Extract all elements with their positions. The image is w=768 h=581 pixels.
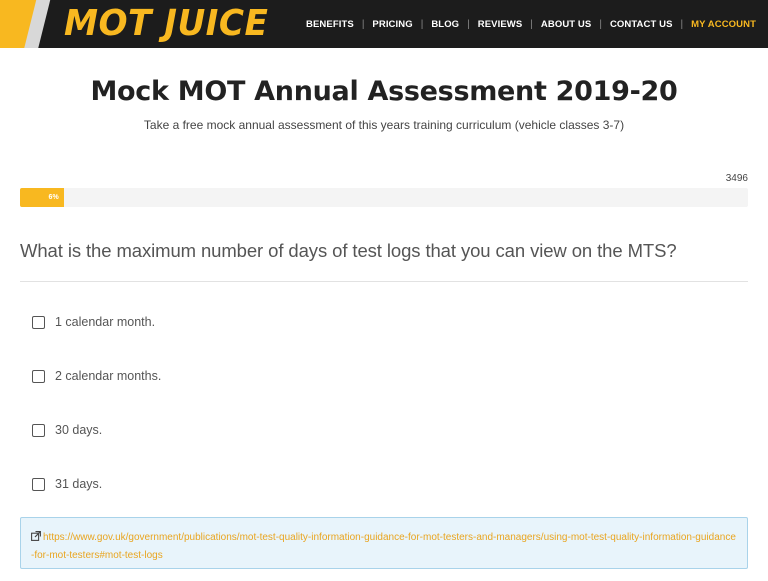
page-title: Mock MOT Annual Assessment 2019-20 xyxy=(90,76,678,107)
answer-checkbox[interactable] xyxy=(32,423,45,437)
answer-option-3[interactable]: 30 days. xyxy=(32,422,102,438)
nav-separator: | xyxy=(361,18,365,30)
progress-bar-fill: 6% xyxy=(20,188,64,207)
nav-blog[interactable]: BLOG xyxy=(431,19,459,30)
nav-separator: | xyxy=(530,18,533,30)
nav-separator: | xyxy=(420,18,424,30)
answer-label: 30 days. xyxy=(55,423,103,437)
answer-option-2[interactable]: 2 calendar months. xyxy=(32,368,161,384)
question-text: What is the maximum number of days of te… xyxy=(20,240,677,261)
main-nav: BENEFITS | PRICING | BLOG | REVIEWS | AB… xyxy=(306,0,756,48)
question-counter: 3496 xyxy=(725,173,748,184)
nav-my-account[interactable]: MY ACCOUNT xyxy=(691,19,756,30)
progress-bar: 6% xyxy=(20,188,748,207)
answer-checkbox[interactable] xyxy=(32,315,45,329)
nav-separator: | xyxy=(599,18,602,30)
nav-about-us[interactable]: ABOUT US xyxy=(541,19,591,30)
answer-label: 2 calendar months. xyxy=(55,369,162,383)
nav-contact-us[interactable]: CONTACT US xyxy=(610,19,673,30)
answer-option-1[interactable]: 1 calendar month. xyxy=(32,314,155,330)
answer-checkbox[interactable] xyxy=(32,477,45,491)
nav-reviews[interactable]: REVIEWS xyxy=(478,19,523,30)
progress-percent-label: 6% xyxy=(48,194,59,201)
nav-benefits[interactable]: BENEFITS xyxy=(306,19,354,30)
nav-separator: | xyxy=(467,18,470,30)
nav-pricing[interactable]: PRICING xyxy=(372,19,412,30)
answer-option-4[interactable]: 31 days. xyxy=(32,476,102,492)
page-subtitle: Take a free mock annual assessment of th… xyxy=(143,118,625,132)
nav-separator: | xyxy=(680,18,684,30)
answer-label: 31 days. xyxy=(55,477,103,491)
answer-label: 1 calendar month. xyxy=(55,315,156,329)
question-divider xyxy=(20,281,748,282)
site-header: MOT JUICE BENEFITS | PRICING | BLOG | RE… xyxy=(0,0,768,48)
answer-checkbox[interactable] xyxy=(32,369,45,383)
reference-link[interactable]: https://www.gov.uk/government/publicatio… xyxy=(31,532,736,561)
reference-info-box: https://www.gov.uk/government/publicatio… xyxy=(20,517,748,569)
site-logo[interactable]: MOT JUICE xyxy=(64,0,268,48)
external-link-icon xyxy=(31,531,41,541)
